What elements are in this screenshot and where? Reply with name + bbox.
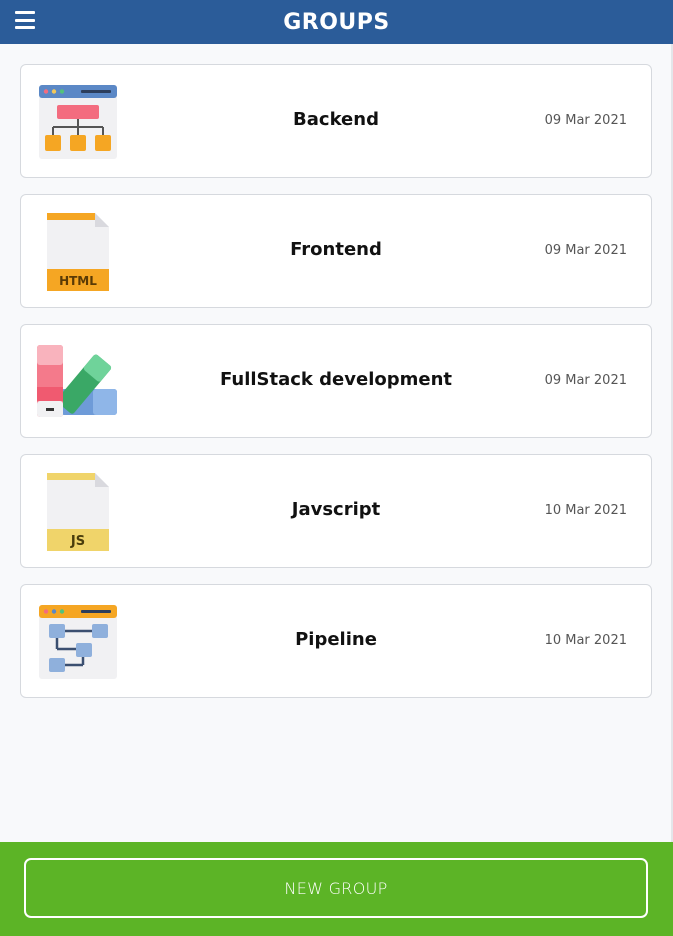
group-list: Backend 09 Mar 2021 HTML Frontend 09 Mar… xyxy=(20,64,652,714)
color-palette-icon xyxy=(37,343,119,421)
group-date: 09 Mar 2021 xyxy=(544,373,627,388)
html-file-icon: HTML xyxy=(37,213,119,291)
group-date: 10 Mar 2021 xyxy=(544,633,627,648)
hamburger-menu-icon[interactable] xyxy=(15,11,35,29)
js-file-icon: JS xyxy=(37,473,119,551)
group-date: 10 Mar 2021 xyxy=(544,503,627,518)
group-date: 09 Mar 2021 xyxy=(544,243,627,258)
group-name: Backend xyxy=(293,109,379,130)
group-name: Pipeline xyxy=(295,629,377,650)
group-name: Javscript xyxy=(291,499,381,520)
group-card-frontend[interactable]: HTML Frontend 09 Mar 2021 xyxy=(20,194,652,308)
group-card-pipeline[interactable]: Pipeline 10 Mar 2021 xyxy=(20,584,652,698)
svg-text:JS: JS xyxy=(70,534,85,549)
svg-text:HTML: HTML xyxy=(59,274,97,288)
group-card-fullstack-development[interactable]: FullStack development 09 Mar 2021 xyxy=(20,324,652,438)
group-name: Frontend xyxy=(290,239,382,260)
group-date: 09 Mar 2021 xyxy=(544,113,627,128)
group-card-javscript[interactable]: JS Javscript 10 Mar 2021 xyxy=(20,454,652,568)
new-group-button[interactable]: NEW GROUP xyxy=(24,858,648,918)
group-name: FullStack development xyxy=(219,369,452,390)
top-app-bar: GROUPS xyxy=(0,0,673,44)
footer-bar: NEW GROUP xyxy=(0,842,673,936)
sitemap-browser-icon xyxy=(37,83,119,161)
group-card-backend[interactable]: Backend 09 Mar 2021 xyxy=(20,64,652,178)
page-title: GROUPS xyxy=(283,9,390,35)
pipeline-flow-icon xyxy=(37,603,119,681)
